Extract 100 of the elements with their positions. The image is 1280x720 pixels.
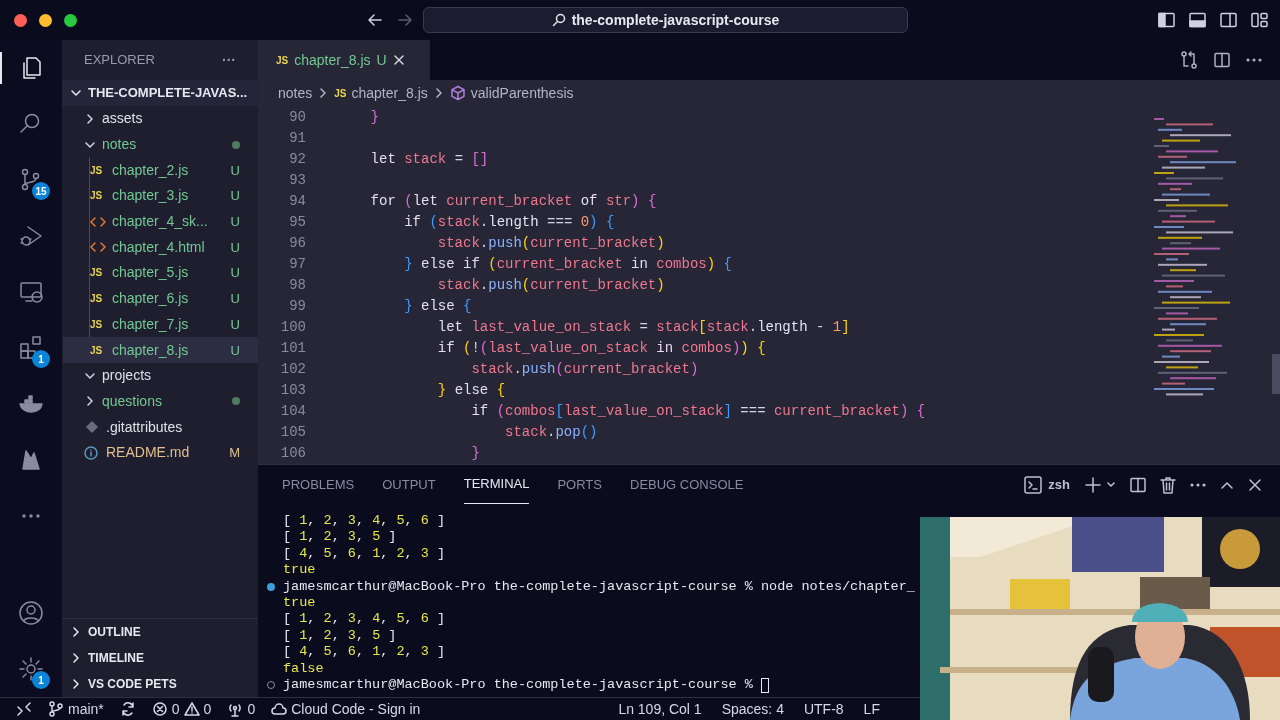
- plus-icon[interactable]: [1084, 475, 1102, 494]
- status-item[interactable]: 0: [151, 698, 180, 720]
- window-control[interactable]: [64, 13, 77, 27]
- git-status-letter: U: [230, 265, 240, 281]
- code-line: let last_value_on_stack = stack[stack.length - 1]: [436, 318, 850, 337]
- folder-item[interactable]: notes: [62, 131, 258, 158]
- chevron-icon: [433, 87, 444, 99]
- terminal-name[interactable]: zsh: [1048, 474, 1070, 495]
- file-item[interactable]: JS chapter_5.js U: [63, 260, 258, 286]
- status-item[interactable]: LF: [863, 698, 880, 720]
- panel-tab[interactable]: PROBLEMS: [282, 465, 355, 504]
- code-brackets-icon: [90, 241, 106, 254]
- diamond-icon: [84, 421, 100, 434]
- file-item[interactable]: README.md M: [62, 439, 258, 466]
- file-type-label: JS: [90, 317, 104, 332]
- section-header[interactable]: VS CODE PETS: [62, 671, 258, 697]
- toggle-panel-icon[interactable]: [1189, 12, 1206, 28]
- panel-tab[interactable]: DEBUG CONSOLE: [630, 465, 744, 504]
- terminal-line: [ 1, 2, 3, 5 ]: [283, 626, 397, 645]
- close-icon[interactable]: [392, 54, 405, 66]
- folder-header[interactable]: THE-COMPLETE-JAVAS...: [62, 80, 258, 106]
- git-status-letter: U: [230, 214, 240, 230]
- code-line: if (combos[last_value_on_stack] === current_bracket) {: [470, 402, 926, 421]
- section-header[interactable]: TIMELINE: [62, 645, 258, 671]
- command-search-box[interactable]: the-complete-javascript-course: [423, 7, 908, 33]
- status-item[interactable]: Cloud Code - Sign in: [271, 698, 421, 720]
- status-item[interactable]: Ln 109, Col 1: [618, 698, 702, 720]
- compare-changes-icon[interactable]: [1180, 51, 1198, 69]
- file-item[interactable]: chapter_4_sk... U: [63, 208, 258, 235]
- line-number: 98: [288, 276, 306, 295]
- folder-item[interactable]: projects: [62, 362, 258, 389]
- more-button[interactable]: ···: [222, 49, 236, 71]
- breadcrumb-item[interactable]: notes: [278, 82, 313, 104]
- status-item[interactable]: UTF-8: [803, 698, 844, 720]
- close-icon[interactable]: [1248, 477, 1262, 492]
- forward-arrow-icon[interactable]: [397, 12, 413, 28]
- toggle-secondary-sidebar-icon[interactable]: [1220, 12, 1237, 28]
- editor-tab[interactable]: JS chapter_8.js U: [258, 40, 430, 80]
- panel-tab[interactable]: OUTPUT: [382, 465, 436, 504]
- status-item[interactable]: 0: [227, 698, 256, 720]
- line-number: 96: [288, 234, 306, 253]
- terminal-line: [ 1, 2, 3, 4, 5, 6 ]: [283, 512, 446, 531]
- panel-tab[interactable]: PORTS: [557, 465, 602, 504]
- folder-item[interactable]: questions: [62, 388, 258, 415]
- monitor-icon[interactable]: [18, 279, 44, 305]
- terminal-icon[interactable]: [1024, 475, 1043, 494]
- count-badge: 15: [32, 182, 50, 200]
- file-item[interactable]: JS chapter_6.js U: [63, 285, 258, 312]
- extensions-icon[interactable]: [18, 335, 44, 361]
- file-item[interactable]: JS chapter_2.js U: [63, 157, 258, 184]
- back-arrow-icon[interactable]: [367, 12, 383, 28]
- file-type-label: JS: [90, 163, 104, 178]
- window-control[interactable]: [39, 13, 52, 27]
- status-item[interactable]: main*: [48, 698, 104, 720]
- customize-layout-icon[interactable]: [1251, 12, 1268, 28]
- file-item[interactable]: .gitattributes: [62, 414, 258, 440]
- breadcrumb-item[interactable]: validParenthesis: [449, 82, 574, 104]
- window-control[interactable]: [14, 13, 27, 27]
- line-number: 105: [279, 423, 306, 442]
- file-type-label: JS: [334, 86, 347, 101]
- sync-icon: [119, 701, 136, 717]
- file-item[interactable]: JS chapter_7.js U: [63, 311, 258, 338]
- status-item[interactable]: [119, 701, 136, 717]
- chevron-icon: [70, 626, 82, 638]
- split-editor-icon[interactable]: [1214, 52, 1230, 68]
- git-status-letter: U: [230, 239, 240, 255]
- line-number: 103: [279, 381, 306, 400]
- code-line: if (stack.length === 0) {: [403, 213, 615, 232]
- account-icon[interactable]: [18, 600, 44, 626]
- info-icon: [84, 445, 100, 460]
- line-number: 90: [288, 108, 306, 127]
- code-line: } else {: [436, 381, 506, 400]
- file-item[interactable]: JS chapter_8.js U: [63, 337, 258, 363]
- terminal-line: true: [283, 594, 316, 613]
- code-line: for (let current_bracket of str) {: [369, 192, 657, 211]
- code-line: }: [470, 444, 480, 463]
- chevron-icon: [70, 678, 82, 690]
- status-item[interactable]: Spaces: 4: [721, 698, 784, 720]
- antenna-icon: [227, 701, 244, 717]
- run-debug-icon[interactable]: [18, 223, 44, 249]
- folder-item[interactable]: assets: [62, 106, 258, 132]
- code-line: stack.pop(): [504, 423, 598, 442]
- settings-icon[interactable]: [18, 656, 44, 682]
- status-item[interactable]: [16, 701, 32, 717]
- code-line: stack.push(current_bracket): [470, 360, 699, 379]
- scrollbar-thumb[interactable]: [1272, 354, 1280, 394]
- file-item[interactable]: chapter_4.html U: [63, 234, 258, 261]
- line-number: 95: [288, 213, 306, 232]
- toggle-sidebar-icon[interactable]: [1158, 12, 1175, 28]
- section-header[interactable]: OUTLINE: [62, 619, 258, 645]
- git-status-letter: M: [229, 445, 240, 461]
- terminal-line: true: [283, 561, 316, 580]
- split-terminal-icon[interactable]: [1130, 476, 1146, 493]
- breadcrumb-item[interactable]: JS chapter_8.js: [334, 82, 428, 104]
- chevron-icon[interactable]: [1106, 479, 1116, 490]
- trash-icon[interactable]: [1160, 475, 1176, 494]
- git-status-letter: U: [376, 50, 387, 70]
- file-item[interactable]: JS chapter_3.js U: [63, 183, 258, 209]
- code-line: }: [369, 108, 379, 127]
- status-item[interactable]: 0: [183, 698, 212, 720]
